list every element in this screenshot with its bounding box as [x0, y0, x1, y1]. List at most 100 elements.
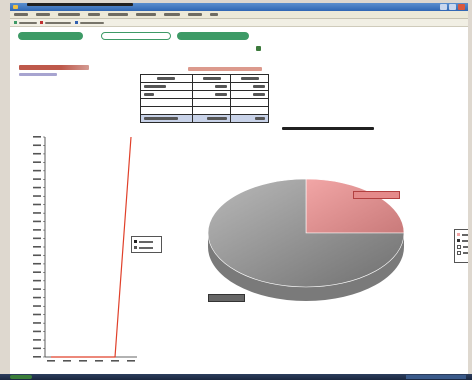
date-field[interactable] — [228, 47, 250, 51]
y-tick-label — [33, 330, 41, 333]
pie-legend-entry-1 — [457, 233, 468, 236]
line-series-1 — [51, 136, 132, 358]
toolbar-item-2[interactable] — [45, 22, 71, 24]
table-cell — [140, 82, 193, 91]
menu-item-4[interactable] — [88, 13, 100, 16]
pie-legend-text-1 — [462, 233, 468, 236]
legend-swatch-2 — [134, 246, 137, 249]
legend-entry-1 — [134, 240, 153, 243]
application-window — [10, 3, 468, 374]
y-tick-label — [33, 288, 41, 290]
x-tick-label — [127, 360, 135, 362]
y-tick-label — [33, 169, 41, 172]
menu-item-1[interactable] — [14, 13, 28, 16]
pie-slice-label-b — [208, 294, 245, 302]
y-tick-label — [33, 305, 41, 307]
menu-item-3[interactable] — [58, 13, 80, 16]
table-cell — [230, 98, 269, 107]
pie-legend-text-4 — [463, 251, 468, 254]
y-tick-label — [33, 195, 41, 197]
total-subtitle — [19, 73, 57, 76]
table-row — [140, 82, 269, 91]
line-chart-legend — [131, 236, 162, 253]
menu-item-7[interactable] — [164, 13, 180, 16]
table-row — [140, 106, 269, 115]
table-cell — [140, 106, 193, 115]
menu-item-9[interactable] — [210, 13, 218, 16]
y-tick-label — [33, 186, 41, 189]
toolbar-third-icon[interactable] — [75, 21, 78, 24]
line-chart-title — [27, 3, 133, 6]
pie-legend-entry-2 — [457, 239, 468, 242]
pie-legend-swatch-3 — [457, 244, 461, 249]
table-link[interactable] — [188, 67, 262, 71]
toolbar-item-1[interactable] — [19, 22, 37, 24]
toolbar-first-icon[interactable] — [14, 21, 17, 24]
table-footer-row — [140, 114, 269, 123]
legend-entry-2 — [134, 246, 153, 249]
table-footer-cell — [230, 114, 269, 123]
table-row — [140, 98, 269, 107]
system-tray — [406, 375, 466, 379]
y-tick-label — [33, 237, 41, 240]
toolbar — [10, 19, 468, 27]
menu-item-8[interactable] — [188, 13, 202, 16]
table-cell — [192, 90, 231, 99]
y-tick-label — [33, 347, 41, 350]
pie-legend-text-3 — [463, 245, 468, 248]
table-cell — [140, 98, 193, 107]
toolbar-item-3[interactable] — [80, 22, 104, 24]
y-tick-label — [33, 152, 41, 155]
nav-button-3[interactable] — [177, 32, 249, 40]
y-tick-label — [33, 178, 41, 180]
pie-legend-swatch-4 — [457, 250, 461, 255]
menu-item-6[interactable] — [136, 13, 156, 16]
table-cell — [230, 106, 269, 115]
y-tick-label — [33, 296, 41, 299]
pie-slice-label-a — [353, 191, 400, 199]
nav-button-1[interactable] — [18, 32, 83, 40]
y-tick-label — [33, 313, 41, 316]
maximize-icon[interactable] — [449, 4, 456, 10]
y-tick-label — [33, 271, 41, 273]
x-tick-label — [63, 360, 71, 362]
table-cell — [230, 82, 269, 91]
x-tick-label — [79, 360, 87, 362]
pie-slice-1 — [305, 178, 405, 234]
y-tick-label — [33, 279, 41, 282]
pie-legend-entry-4 — [457, 250, 468, 255]
table-cell — [230, 90, 269, 99]
nav-button-2[interactable] — [101, 32, 171, 40]
pie-legend-text-2 — [462, 239, 468, 242]
y-tick-label — [33, 262, 41, 265]
table-row — [140, 90, 269, 99]
minimize-icon[interactable] — [440, 4, 447, 10]
total-label — [19, 65, 89, 70]
y-tick-label — [33, 161, 41, 163]
y-tick-label — [33, 220, 41, 223]
pie-legend-swatch-2 — [457, 239, 460, 242]
taskbar — [0, 374, 472, 380]
toolbar-second-icon[interactable] — [40, 21, 43, 24]
y-tick-label — [33, 246, 41, 248]
window-controls — [440, 4, 465, 10]
x-tick-label — [47, 360, 55, 362]
table-cell — [140, 90, 193, 99]
close-icon[interactable] — [458, 4, 465, 10]
filter-icon[interactable] — [256, 46, 261, 51]
menu-item-2[interactable] — [36, 13, 50, 16]
summary-table — [140, 74, 269, 123]
app-icon — [13, 5, 18, 9]
table-cell — [192, 106, 231, 115]
y-tick-label — [33, 203, 41, 206]
menu-item-5[interactable] — [108, 13, 128, 16]
y-tick-label — [33, 229, 41, 231]
y-tick-label — [33, 136, 41, 138]
y-tick-label — [33, 356, 41, 358]
y-tick-label — [33, 144, 41, 147]
start-button[interactable] — [10, 375, 32, 379]
legend-text-2 — [139, 246, 153, 249]
table-header-cell — [230, 74, 269, 83]
table-footer-cell — [140, 114, 193, 123]
menu-bar — [10, 11, 468, 19]
